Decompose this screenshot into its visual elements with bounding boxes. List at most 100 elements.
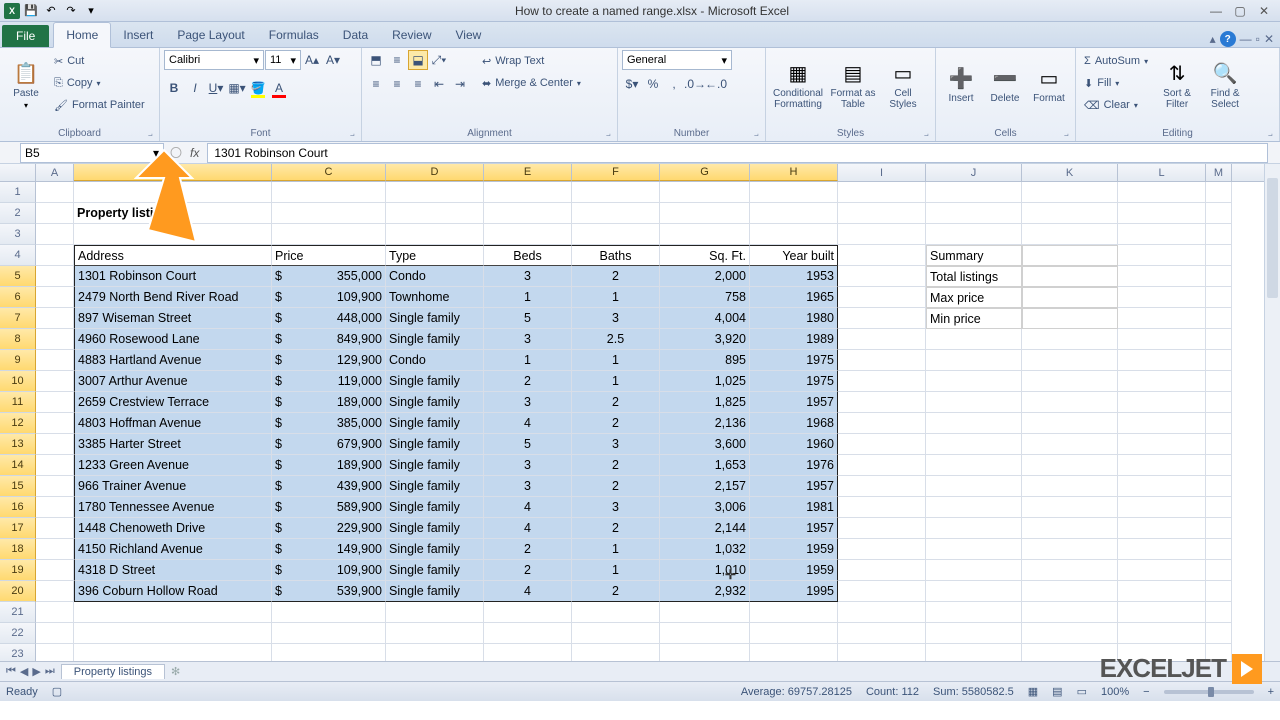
cell-E19[interactable]: 2 — [484, 560, 572, 581]
cell-H1[interactable] — [750, 182, 838, 203]
cell-E5[interactable]: 3 — [484, 266, 572, 287]
fill-button[interactable]: ⬇Fill▾ — [1080, 72, 1152, 94]
cell-F21[interactable] — [572, 602, 660, 623]
cell-D12[interactable]: Single family — [386, 413, 484, 434]
column-header-A[interactable]: A — [36, 164, 74, 181]
cell-E12[interactable]: 4 — [484, 413, 572, 434]
help-icon[interactable]: ? — [1220, 31, 1236, 47]
cell-I7[interactable] — [838, 308, 926, 329]
tab-page-layout[interactable]: Page Layout — [165, 23, 256, 47]
cell-E6[interactable]: 1 — [484, 287, 572, 308]
cells-area[interactable]: Property listingsAddressPriceTypeBedsBat… — [36, 182, 1232, 661]
cell-D2[interactable] — [386, 203, 484, 224]
cell-D4[interactable]: Type — [386, 245, 484, 266]
cell-G14[interactable]: 1,653 — [660, 455, 750, 476]
row-header-13[interactable]: 13 — [0, 434, 36, 455]
grow-font-icon[interactable]: A▴ — [302, 50, 322, 70]
row-header-2[interactable]: 2 — [0, 203, 36, 224]
cell-B13[interactable]: 3385 Harter Street — [74, 434, 272, 455]
cell-K8[interactable] — [1022, 329, 1118, 350]
cell-L20[interactable] — [1118, 581, 1206, 602]
zoom-in-icon[interactable]: + — [1268, 686, 1274, 698]
cell-E14[interactable]: 3 — [484, 455, 572, 476]
increase-decimal-button[interactable]: .0→ — [685, 74, 705, 94]
tab-formulas[interactable]: Formulas — [257, 23, 331, 47]
cell-A1[interactable] — [36, 182, 74, 203]
cell-G17[interactable]: 2,144 — [660, 518, 750, 539]
column-header-H[interactable]: H — [750, 164, 838, 181]
cell-L12[interactable] — [1118, 413, 1206, 434]
row-header-5[interactable]: 5 — [0, 266, 36, 287]
cell-H14[interactable]: 1976 — [750, 455, 838, 476]
cell-A13[interactable] — [36, 434, 74, 455]
cell-M1[interactable] — [1206, 182, 1232, 203]
cell-E8[interactable]: 3 — [484, 329, 572, 350]
cell-I10[interactable] — [838, 371, 926, 392]
cell-M11[interactable] — [1206, 392, 1232, 413]
cell-H12[interactable]: 1968 — [750, 413, 838, 434]
cell-G23[interactable] — [660, 644, 750, 661]
cell-F13[interactable]: 3 — [572, 434, 660, 455]
cell-L19[interactable] — [1118, 560, 1206, 581]
format-cells-button[interactable]: ▭Format — [1028, 50, 1070, 120]
cell-J11[interactable] — [926, 392, 1022, 413]
cell-A6[interactable] — [36, 287, 74, 308]
cell-E18[interactable]: 2 — [484, 539, 572, 560]
save-icon[interactable]: 💾 — [22, 2, 40, 20]
format-as-table-button[interactable]: ▤Format as Table — [828, 50, 878, 120]
cell-D3[interactable] — [386, 224, 484, 245]
cell-F11[interactable]: 2 — [572, 392, 660, 413]
cell-E22[interactable] — [484, 623, 572, 644]
tab-home[interactable]: Home — [53, 22, 111, 48]
cell-G13[interactable]: 3,600 — [660, 434, 750, 455]
cell-K9[interactable] — [1022, 350, 1118, 371]
cell-B21[interactable] — [74, 602, 272, 623]
cell-M9[interactable] — [1206, 350, 1232, 371]
cell-G2[interactable] — [660, 203, 750, 224]
cell-C15[interactable]: $439,900 — [272, 476, 386, 497]
cell-I2[interactable] — [838, 203, 926, 224]
cell-K7[interactable] — [1022, 308, 1118, 329]
cell-I6[interactable] — [838, 287, 926, 308]
cell-D23[interactable] — [386, 644, 484, 661]
cell-H4[interactable]: Year built — [750, 245, 838, 266]
cell-K20[interactable] — [1022, 581, 1118, 602]
cell-D9[interactable]: Condo — [386, 350, 484, 371]
cell-E1[interactable] — [484, 182, 572, 203]
cell-F8[interactable]: 2.5 — [572, 329, 660, 350]
italic-button[interactable]: I — [185, 78, 205, 98]
chevron-down-icon[interactable]: ▾ — [153, 146, 159, 160]
row-header-4[interactable]: 4 — [0, 245, 36, 266]
cell-D5[interactable]: Condo — [386, 266, 484, 287]
cell-H6[interactable]: 1965 — [750, 287, 838, 308]
select-all-corner[interactable] — [0, 164, 36, 181]
cell-C22[interactable] — [272, 623, 386, 644]
cell-C9[interactable]: $129,900 — [272, 350, 386, 371]
row-header-18[interactable]: 18 — [0, 539, 36, 560]
cell-K10[interactable] — [1022, 371, 1118, 392]
cell-K17[interactable] — [1022, 518, 1118, 539]
cell-I14[interactable] — [838, 455, 926, 476]
sheet-last-icon[interactable]: ⏭ — [45, 665, 55, 678]
cell-B20[interactable]: 396 Coburn Hollow Road — [74, 581, 272, 602]
find-select-button[interactable]: 🔍Find & Select — [1202, 50, 1248, 120]
row-header-22[interactable]: 22 — [0, 623, 36, 644]
font-size-select[interactable]: 11▾ — [265, 50, 301, 70]
cell-L16[interactable] — [1118, 497, 1206, 518]
cell-C8[interactable]: $849,900 — [272, 329, 386, 350]
tab-data[interactable]: Data — [331, 23, 380, 47]
cell-D16[interactable]: Single family — [386, 497, 484, 518]
cell-I23[interactable] — [838, 644, 926, 661]
cell-A16[interactable] — [36, 497, 74, 518]
cell-M16[interactable] — [1206, 497, 1232, 518]
cell-E11[interactable]: 3 — [484, 392, 572, 413]
cell-A10[interactable] — [36, 371, 74, 392]
cell-J14[interactable] — [926, 455, 1022, 476]
workbook-close-icon[interactable]: ✕ — [1264, 32, 1274, 46]
cell-H17[interactable]: 1957 — [750, 518, 838, 539]
cell-F23[interactable] — [572, 644, 660, 661]
align-center-icon[interactable]: ≡ — [387, 74, 407, 94]
cell-B5[interactable]: 1301 Robinson Court — [74, 266, 272, 287]
cell-D20[interactable]: Single family — [386, 581, 484, 602]
cell-B15[interactable]: 966 Trainer Avenue — [74, 476, 272, 497]
